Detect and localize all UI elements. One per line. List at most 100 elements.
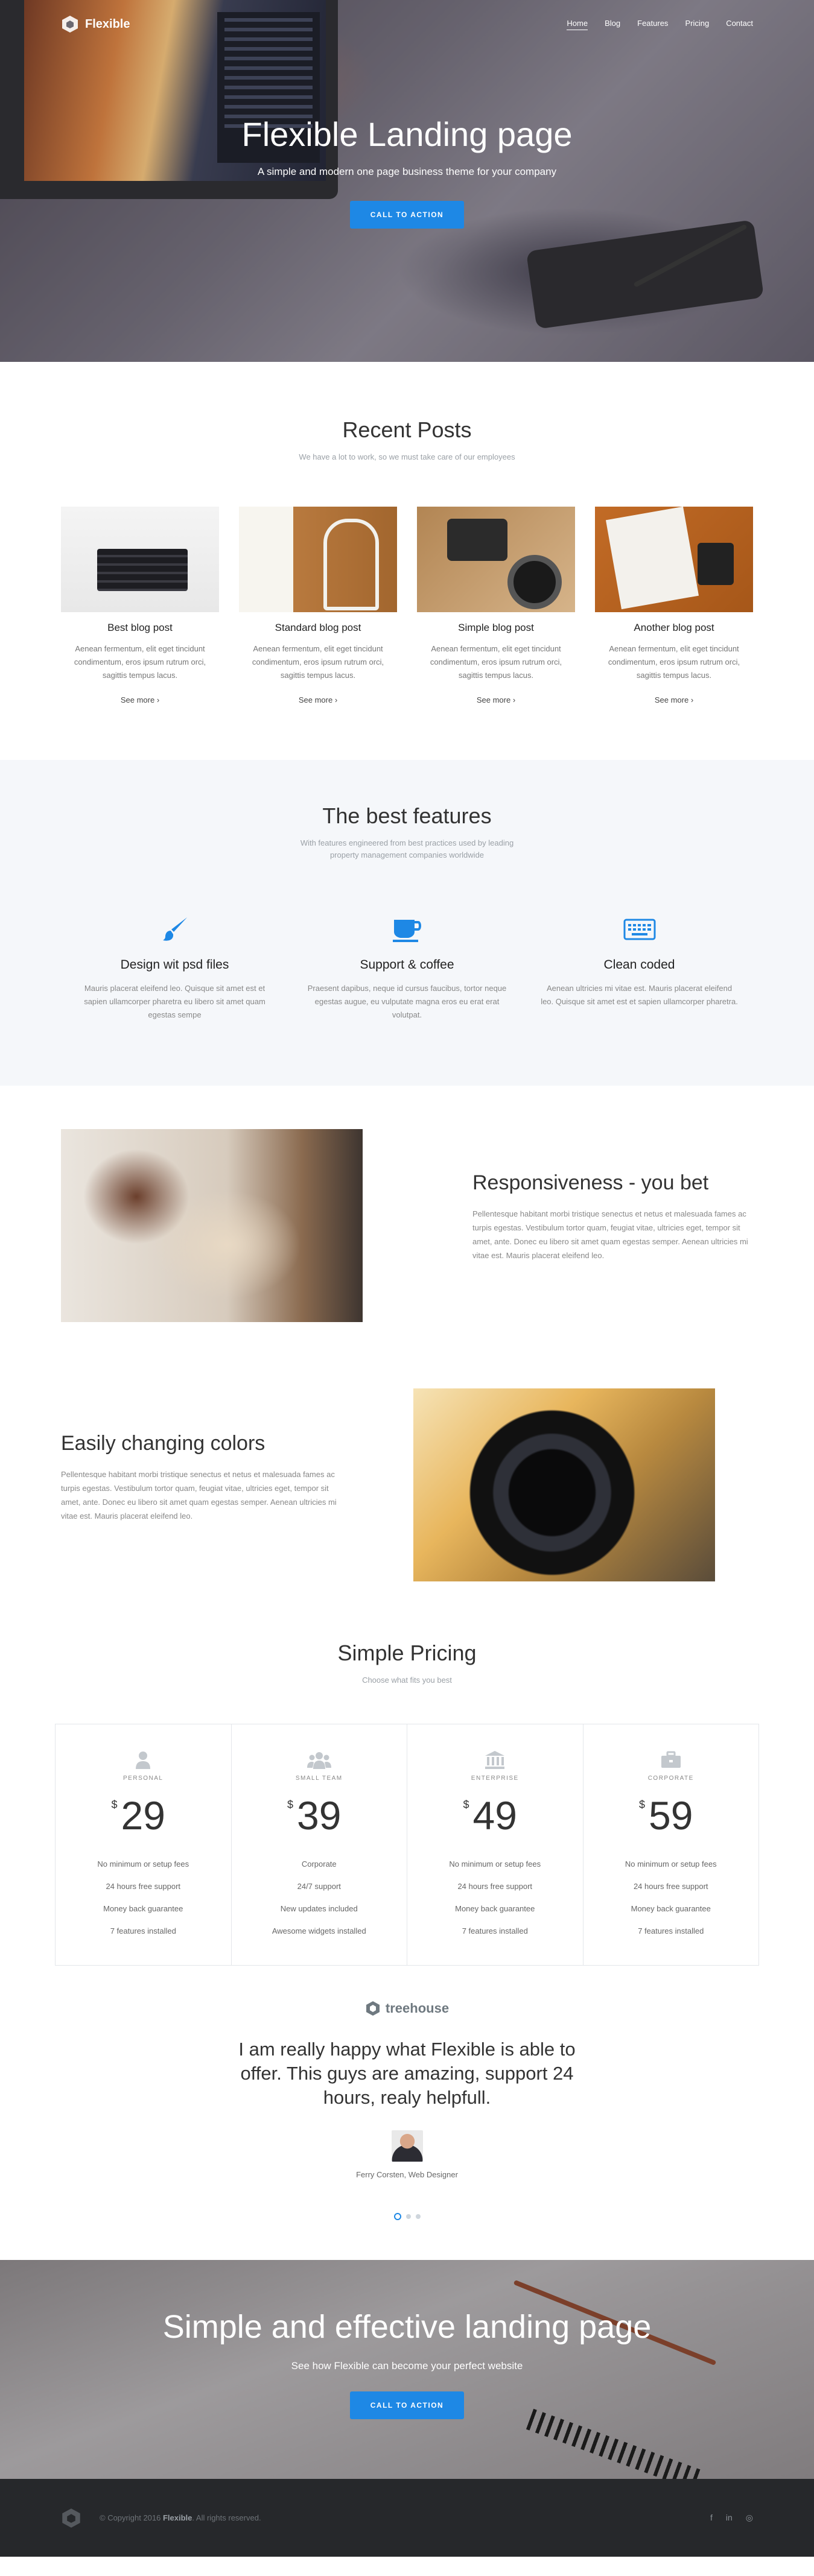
plan-feature: 24 hours free support — [106, 1882, 181, 1891]
plan-small-team[interactable]: SMALL TEAM $39 Corporate 24/7 support Ne… — [232, 1724, 407, 1965]
logo-cube-icon — [61, 15, 79, 33]
testimonial-section: treehouse I am really happy what Flexibl… — [0, 2001, 814, 2260]
plan-price: $29 — [112, 1793, 165, 1838]
posts-title: Recent Posts — [342, 417, 472, 442]
plan-feature: Money back guarantee — [631, 1904, 711, 1913]
feature-text: Mauris placerat eleifend leo. Quisque si… — [84, 984, 266, 1019]
plan-feature: 24 hours free support — [457, 1882, 533, 1891]
price-value: 29 — [121, 1793, 165, 1838]
feature-title: Design wit psd files — [120, 958, 229, 972]
colors-text-block: Easily changing colors Pellentesque habi… — [61, 1432, 339, 1523]
brand-logo[interactable]: Flexible — [61, 15, 130, 33]
plan-price: $39 — [287, 1793, 342, 1838]
price-value: 59 — [649, 1793, 693, 1838]
footer-logo-icon[interactable] — [61, 2508, 81, 2528]
plan-price: $59 — [639, 1793, 693, 1838]
post-card: Best blog post Aenean fermentum, elit eg… — [61, 507, 219, 706]
nav-pricing[interactable]: Pricing — [685, 19, 709, 30]
responsiveness-section: Responsiveness - you bet Pellentesque ha… — [61, 1129, 753, 1331]
post-title[interactable]: Another blog post — [595, 622, 753, 634]
plan-personal[interactable]: PERSONAL $29 No minimum or setup fees 24… — [56, 1724, 232, 1965]
plan-feature: Awesome widgets installed — [272, 1926, 366, 1935]
facebook-icon[interactable]: f — [710, 2513, 713, 2523]
post-title[interactable]: Simple blog post — [417, 622, 575, 634]
post-image[interactable] — [239, 507, 397, 612]
paint-brush-icon — [75, 914, 275, 945]
linkedin-icon[interactable]: in — [726, 2513, 733, 2523]
responsiveness-title: Responsiveness - you bet — [472, 1171, 709, 1194]
features-section: The best features With features engineer… — [0, 760, 814, 1086]
colors-text: Pellentesque habitant morbi tristique se… — [61, 1470, 337, 1521]
feature-title: Support & coffee — [360, 958, 454, 972]
keyboard-icon — [540, 914, 739, 945]
nav-contact[interactable]: Contact — [726, 19, 753, 30]
instagram-icon[interactable]: ◎ — [746, 2513, 753, 2523]
see-more-link[interactable]: See more › — [655, 695, 693, 704]
pricing-section: Simple Pricing Choose what fits you best… — [0, 1641, 814, 1966]
plan-feature: 24 hours free support — [633, 1882, 708, 1891]
post-image[interactable] — [417, 507, 575, 612]
carousel-dot-3[interactable] — [415, 2214, 421, 2219]
pricing-subtitle: Choose what fits you best — [362, 1676, 452, 1685]
carousel-dot-1[interactable] — [393, 2213, 401, 2220]
post-card: Standard blog post Aenean fermentum, eli… — [239, 507, 397, 706]
briefcase-icon — [583, 1748, 759, 1771]
see-more-link[interactable]: See more › — [477, 695, 515, 704]
posts-grid: Best blog post Aenean fermentum, elit eg… — [61, 507, 753, 706]
plan-name: CORPORATE — [647, 1775, 694, 1782]
plan-feature: 7 features installed — [110, 1926, 176, 1935]
plan-feature: No minimum or setup fees — [97, 1859, 189, 1869]
post-excerpt: Aenean fermentum, elit eget tincidunt co… — [252, 644, 384, 680]
hero-cta-button[interactable]: CALL TO ACTION — [349, 201, 465, 229]
features-subtitle: With features engineered from best pract… — [0, 837, 814, 861]
hero-subtitle: A simple and modern one page business th… — [257, 166, 557, 177]
post-excerpt: Aenean fermentum, elit eget tincidunt co… — [430, 644, 562, 680]
carousel-dot-2[interactable] — [405, 2214, 411, 2219]
hero-content: Flexible Landing page A simple and moder… — [0, 115, 814, 229]
author-avatar — [391, 2130, 423, 2162]
footer: © Copyright 2016 Flexible. All rights re… — [0, 2479, 814, 2557]
features-title: The best features — [322, 803, 492, 828]
bank-icon — [407, 1748, 583, 1771]
post-image[interactable] — [595, 507, 753, 612]
feature-text: Praesent dapibus, neque id cursus faucib… — [307, 984, 507, 1019]
pricing-table: PERSONAL $29 No minimum or setup fees 24… — [55, 1724, 759, 1966]
brand-name: Flexible — [85, 17, 130, 31]
post-image[interactable] — [61, 507, 219, 612]
colors-section: Easily changing colors Pellentesque habi… — [61, 1388, 753, 1590]
copyright-suffix: . All rights reserved. — [192, 2513, 261, 2522]
see-more-link[interactable]: See more › — [299, 695, 337, 704]
features-subtitle-line1: With features engineered from best pract… — [300, 838, 514, 847]
social-links: f in ◎ — [710, 2513, 753, 2523]
post-title[interactable]: Standard blog post — [239, 622, 397, 634]
see-more-link[interactable]: See more › — [121, 695, 159, 704]
colors-title: Easily changing colors — [61, 1432, 266, 1455]
nav-features[interactable]: Features — [637, 19, 668, 30]
features-grid: Design wit psd files Mauris placerat ele… — [75, 914, 739, 1022]
nav-blog[interactable]: Blog — [605, 19, 620, 30]
currency-symbol: $ — [639, 1799, 646, 1811]
plan-corporate[interactable]: CORPORATE $59 No minimum or setup fees 2… — [583, 1724, 759, 1965]
plan-feature: 24/7 support — [297, 1882, 341, 1891]
plan-features: No minimum or setup fees 24 hours free s… — [407, 1853, 583, 1942]
treehouse-logo: treehouse — [365, 2001, 449, 2016]
currency-symbol: $ — [463, 1799, 469, 1811]
plan-features: No minimum or setup fees 24 hours free s… — [583, 1853, 759, 1942]
carousel-dots — [0, 2213, 814, 2220]
main-menu: Home Blog Features Pricing Contact — [567, 19, 753, 30]
hero-title: Flexible Landing page — [241, 115, 573, 153]
feature-title: Clean coded — [603, 958, 675, 972]
plan-enterprise[interactable]: ENTERPRISE $49 No minimum or setup fees … — [407, 1724, 583, 1965]
nav-home[interactable]: Home — [567, 19, 588, 30]
plan-feature: No minimum or setup fees — [625, 1859, 717, 1869]
plan-feature: No minimum or setup fees — [449, 1859, 541, 1869]
feature-item: Design wit psd files Mauris placerat ele… — [75, 914, 275, 1022]
post-excerpt: Aenean fermentum, elit eget tincidunt co… — [608, 644, 740, 680]
cta-button[interactable]: CALL TO ACTION — [349, 2391, 465, 2419]
cta-section: Simple and effective landing page See ho… — [0, 2260, 814, 2479]
price-value: 39 — [297, 1793, 342, 1838]
feature-item: Clean coded Aenean ultricies mi vitae es… — [540, 914, 739, 1022]
footer-left: © Copyright 2016 Flexible. All rights re… — [61, 2508, 261, 2528]
feature-text: Aenean ultricies mi vitae est. Mauris pl… — [541, 984, 738, 1006]
post-title[interactable]: Best blog post — [61, 622, 219, 634]
